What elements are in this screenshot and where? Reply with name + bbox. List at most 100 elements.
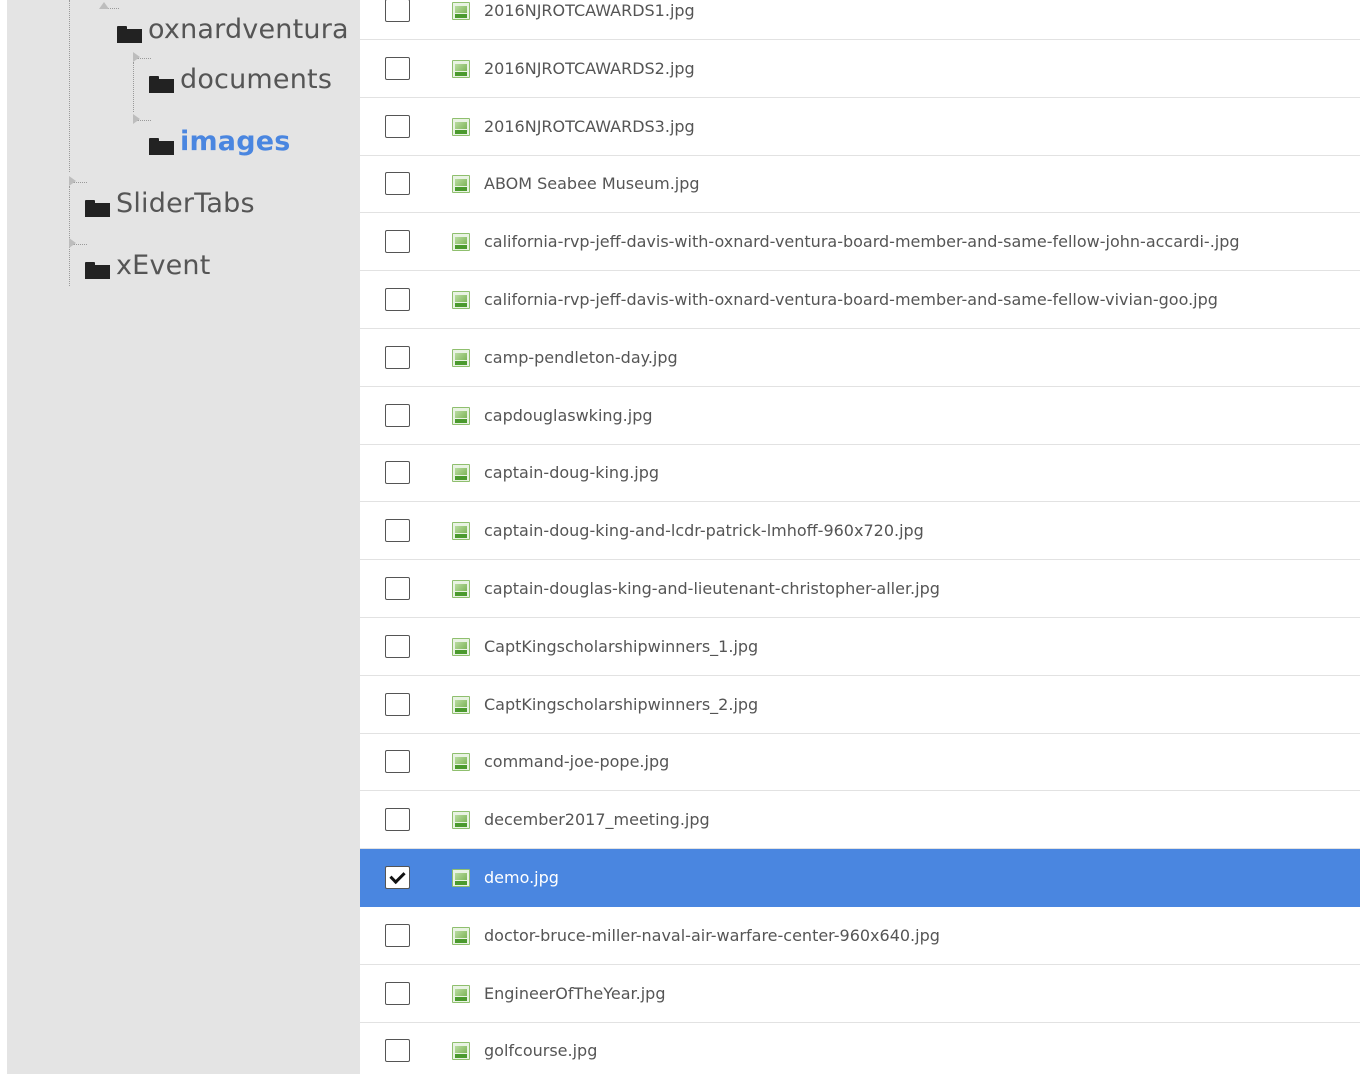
file-row[interactable]: camp-pendleton-day.jpg	[360, 329, 1360, 387]
folder-icon	[85, 261, 110, 279]
tree-node-slidertabs[interactable]: SliderTabs	[69, 176, 255, 219]
image-file-icon	[452, 2, 470, 20]
image-file-icon	[452, 406, 470, 425]
file-name: ABOM Seabee Museum.jpg	[484, 174, 700, 194]
file-checkbox[interactable]	[385, 750, 410, 774]
tree-guide-line	[69, 186, 70, 286]
file-name: captain-doug-king-and-lcdr-patrick-lmhof…	[484, 521, 924, 541]
image-file-icon	[452, 637, 470, 656]
file-checkbox[interactable]	[385, 0, 410, 22]
file-row[interactable]: command-joe-pope.jpg	[360, 733, 1360, 792]
file-checkbox[interactable]	[385, 230, 410, 254]
image-file-icon	[452, 984, 470, 1003]
file-checkbox[interactable]	[385, 288, 410, 311]
image-file-icon	[452, 348, 470, 367]
file-name: 2016NJROTCAWARDS1.jpg	[484, 1, 695, 20]
image-file-icon	[452, 464, 470, 483]
file-checkbox[interactable]	[385, 1039, 410, 1063]
file-name: CaptKingscholarshipwinners_2.jpg	[484, 694, 759, 714]
file-checkbox[interactable]	[385, 692, 410, 716]
file-row[interactable]: doctor-bruce-miller-naval-air-warfare-ce…	[360, 907, 1360, 965]
tree-node-images[interactable]: images	[133, 114, 291, 157]
tree-guide-line	[133, 62, 134, 112]
file-row[interactable]: CaptKingscholarshipwinners_2.jpg	[360, 676, 1360, 734]
folder-icon	[149, 137, 174, 155]
file-name: 2016NJROTCAWARDS3.jpg	[484, 116, 695, 136]
file-checkbox[interactable]	[385, 577, 410, 600]
file-checkbox[interactable]	[385, 403, 410, 427]
image-file-icon	[452, 59, 470, 78]
file-checkbox[interactable]	[385, 114, 410, 138]
file-name: captain-douglas-king-and-lieutenant-chri…	[484, 579, 940, 598]
image-file-icon	[452, 753, 470, 772]
folder-tree-panel: oxnardventura documents images SliderTab…	[7, 0, 360, 1074]
image-file-icon	[452, 233, 470, 252]
file-checkbox[interactable]	[385, 56, 410, 80]
image-file-icon	[452, 175, 470, 194]
file-name: doctor-bruce-miller-naval-air-warfare-ce…	[484, 925, 940, 945]
file-name: california-rvp-jeff-davis-with-oxnard-ve…	[484, 232, 1240, 252]
file-list: 2016NJROTCAWARDS1.jpg 2016NJROTCAWARDS2.j…	[360, 0, 1360, 1074]
file-row[interactable]: captain-douglas-king-and-lieutenant-chri…	[360, 560, 1360, 618]
file-checkbox[interactable]	[385, 172, 410, 196]
file-row[interactable]: demo.jpg	[360, 849, 1360, 907]
file-checkbox[interactable]	[385, 345, 410, 369]
image-file-icon	[452, 522, 470, 541]
file-name: camp-pendleton-day.jpg	[484, 347, 678, 367]
file-checkbox[interactable]	[385, 981, 410, 1005]
file-name: california-rvp-jeff-davis-with-oxnard-ve…	[484, 290, 1218, 309]
file-checkbox[interactable]	[385, 461, 410, 485]
file-row[interactable]: captain-doug-king.jpg	[360, 444, 1360, 503]
file-name: demo.jpg	[484, 868, 559, 887]
file-row[interactable]: december2017_meeting.jpg	[360, 791, 1360, 850]
file-name: capdouglaswking.jpg	[484, 405, 653, 425]
file-row[interactable]: ABOM Seabee Museum.jpg	[360, 155, 1360, 214]
file-checkbox[interactable]	[385, 634, 410, 658]
image-file-icon	[452, 869, 470, 887]
file-checkbox[interactable]	[385, 866, 410, 889]
file-row[interactable]: 2016NJROTCAWARDS3.jpg	[360, 98, 1360, 156]
file-name: captain-doug-king.jpg	[484, 463, 660, 483]
folder-icon	[117, 25, 142, 43]
file-row[interactable]: 2016NJROTCAWARDS2.jpg	[360, 40, 1360, 98]
image-file-icon	[452, 117, 470, 136]
file-row[interactable]: golfcourse.jpg	[360, 1022, 1360, 1074]
file-name: EngineerOfTheYear.jpg	[484, 983, 666, 1003]
folder-icon	[85, 199, 110, 217]
expand-arrow-icon[interactable]	[99, 2, 109, 9]
file-name: CaptKingscholarshipwinners_1.jpg	[484, 636, 759, 656]
expand-arrow-icon[interactable]	[69, 238, 76, 248]
tree-node-oxnardventura[interactable]: oxnardventura	[99, 2, 349, 45]
file-checkbox[interactable]	[385, 808, 410, 832]
expand-arrow-icon[interactable]	[69, 176, 76, 186]
expand-arrow-icon[interactable]	[133, 52, 140, 62]
image-file-icon	[452, 926, 470, 945]
file-row[interactable]: california-rvp-jeff-davis-with-oxnard-ve…	[360, 271, 1360, 329]
file-row[interactable]: california-rvp-jeff-davis-with-oxnard-ve…	[360, 213, 1360, 272]
tree-node-xevent[interactable]: xEvent	[69, 238, 211, 281]
tree-node-label: SliderTabs	[116, 188, 255, 219]
file-name: golfcourse.jpg	[484, 1041, 598, 1061]
tree-node-label: images	[180, 126, 291, 157]
tree-node-documents[interactable]: documents	[133, 52, 333, 95]
image-file-icon	[452, 1042, 470, 1061]
tree-node-label: oxnardventura	[148, 14, 349, 45]
file-name: 2016NJROTCAWARDS2.jpg	[484, 58, 695, 78]
file-row[interactable]: CaptKingscholarshipwinners_1.jpg	[360, 618, 1360, 676]
file-checkbox[interactable]	[385, 923, 410, 947]
tree-guide-line	[69, 0, 70, 172]
image-file-icon	[452, 291, 470, 309]
file-row[interactable]: 2016NJROTCAWARDS1.jpg	[360, 0, 1360, 40]
file-name: december2017_meeting.jpg	[484, 810, 710, 830]
file-name: command-joe-pope.jpg	[484, 752, 670, 772]
file-row[interactable]: capdouglaswking.jpg	[360, 387, 1360, 445]
file-row[interactable]: EngineerOfTheYear.jpg	[360, 965, 1360, 1023]
image-file-icon	[452, 580, 470, 598]
file-row[interactable]: captain-doug-king-and-lcdr-patrick-lmhof…	[360, 502, 1360, 561]
folder-icon	[149, 75, 174, 93]
expand-arrow-icon[interactable]	[133, 114, 140, 124]
tree-node-label: documents	[180, 64, 333, 95]
file-checkbox[interactable]	[385, 519, 410, 543]
tree-node-label: xEvent	[116, 250, 211, 281]
image-file-icon	[452, 695, 470, 714]
